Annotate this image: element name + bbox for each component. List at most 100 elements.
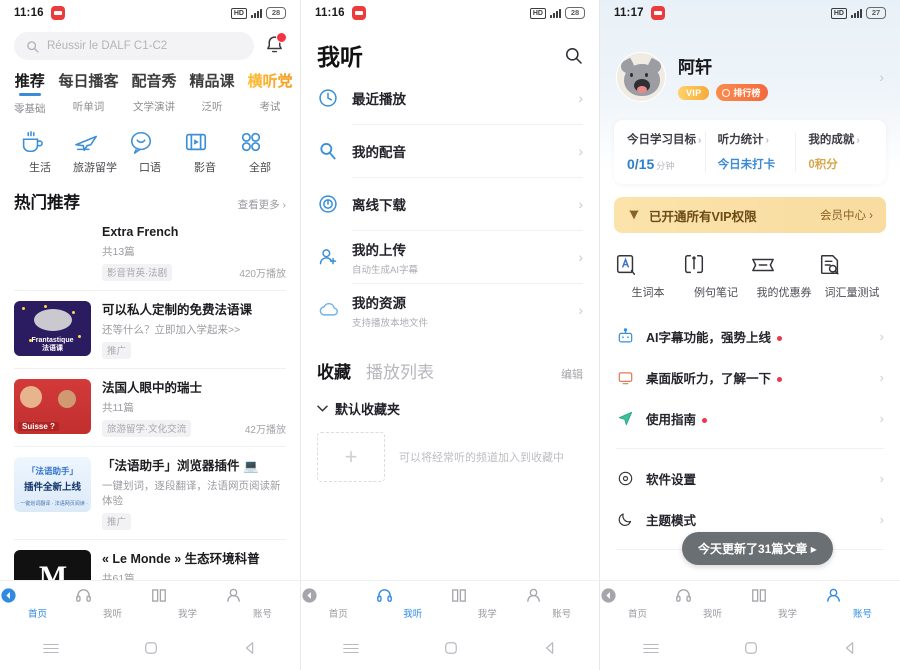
row-ai-subtitles[interactable]: AI字幕功能，强势上线 › [600,316,900,357]
nav-study[interactable]: 我学 [450,587,525,620]
stat-daily-goal[interactable]: 今日学习目标 › 0/15 分钟 [614,120,705,184]
tab-playlists[interactable]: 播放列表 [366,358,434,383]
robot-icon [616,328,635,345]
quick-coupon[interactable]: 我的优惠券 [750,253,818,300]
vip-banner[interactable]: 已开通所有VIP权限 会员中心 › [614,197,886,233]
menu-icon[interactable] [42,642,59,655]
item-thumbnail-caption: Suisse ? [18,421,59,431]
category-quanbu[interactable]: 全部 [238,130,282,175]
menu-item-dubbing[interactable]: 我的配音 › [301,125,599,177]
nav-label: 我学 [477,609,497,620]
chevron-right-icon: › [879,69,884,85]
screen-home: 11:16 HD 28 Réussir le DALF C1-C2 推荐 零基础… [0,0,300,670]
menu-item-uploads[interactable]: 我的上传 自动生成AI字幕 › [301,231,599,283]
moon-icon [616,511,635,528]
nav-label: 首页 [627,609,647,620]
tab-peiyinxiu[interactable]: 配音秀 文学演讲 [132,70,177,114]
cup-icon [22,130,43,152]
chevron-right-icon: › [578,143,583,159]
list-item[interactable]: Extra French 共13篇 影音背英·法剧 420万播放 [0,213,300,290]
profile-name: 阿轩 [678,58,712,77]
tab-tuijian[interactable]: 推荐 零基础 [14,70,46,116]
search-icon [27,40,39,53]
nav-label: 账号 [552,609,572,620]
member-center-link[interactable]: 会员中心 › [820,207,873,223]
bottom-nav: 首页 我听 我学 账号 [600,580,900,626]
chevron-right-icon: › [879,329,884,344]
back-triangle-icon[interactable] [843,641,857,655]
home-square-icon[interactable] [444,641,458,655]
home-square-icon[interactable] [144,641,158,655]
nav-account[interactable]: 账号 [825,587,900,620]
list-item[interactable]: Suisse ? 法国人眼中的瑞士 共11篇 旅游留学·文化交流 42万播放 [0,369,300,446]
category-shenghuo[interactable]: 生活 [18,130,62,175]
home-icon [302,588,317,603]
nav-home[interactable]: 首页 [301,587,376,620]
stat-achievements[interactable]: 我的成就 › 0积分 [795,120,886,184]
quick-note[interactable]: 例句笔记 [682,253,750,300]
nav-home[interactable]: 首页 [0,587,75,620]
add-favorite-button[interactable]: + [317,432,385,482]
list-item[interactable]: 「法语助手」 插件全新上线 · 一键划词翻译 · 法语网页阅读 · 「法语助手」… [0,447,300,539]
nav-listen[interactable]: 我听 [675,587,750,620]
back-triangle-icon[interactable] [543,641,557,655]
tab-jingpinke[interactable]: 精品课 泛听 [190,70,235,114]
toast-text: 今天更新了31篇文章 [698,542,808,556]
stat-listening[interactable]: 听力统计 › 今日未打卡 [704,120,796,184]
nav-account[interactable]: 账号 [225,587,300,620]
profile-header[interactable]: 阿轩 VIP 排行榜 › [600,26,900,102]
menu-icon[interactable] [343,642,360,655]
category-kouyu[interactable]: 口语 [128,130,172,175]
category-label: 口语 [139,161,161,174]
notification-badge [276,32,287,43]
item-title: Extra French [102,224,179,239]
search-button[interactable] [564,46,583,65]
folder-row-default[interactable]: 默认收藏夹 [301,383,599,418]
signal-icon [851,8,862,18]
nav-account[interactable]: 账号 [525,587,600,620]
monitor-icon [616,369,635,386]
chevron-right-icon: › [879,471,884,486]
list-item[interactable]: Frantastique 法语课 可以私人定制的免费法语课 还等什么？立即加入学起… [0,291,300,368]
see-more-link[interactable]: 查看更多 › [238,197,286,212]
paper-plane-icon [616,410,635,427]
menu-item-resources[interactable]: 我的资源 支持播放本地文件 › [301,284,599,336]
category-lvyouliuxue[interactable]: 旅游留学 [73,130,117,175]
menu-item-recent[interactable]: 最近播放 › [301,72,599,124]
search-row: Réussir le DALF C1-C2 [0,26,300,60]
settings-list: AI字幕功能，强势上线 › 桌面版听力，了解一下 › 使用指南 › 软件设置 ›… [600,316,900,550]
menu-icon[interactable] [642,642,659,655]
edit-button[interactable]: 编辑 [561,366,583,382]
search-input[interactable]: Réussir le DALF C1-C2 [14,32,254,60]
row-user-guide[interactable]: 使用指南 › [600,398,900,439]
nav-listen[interactable]: 我听 [75,587,150,620]
menu-item-offline[interactable]: 离线下载 › [301,178,599,230]
status-bar: 11:16 HD 28 [0,0,300,26]
nav-listen[interactable]: 我听 [376,587,451,620]
tab-meiriboke[interactable]: 每日播客 听单词 [59,70,119,114]
nav-home[interactable]: 首页 [600,587,675,620]
clock-icon [317,88,339,108]
home-square-icon[interactable] [744,641,758,655]
notifications-button[interactable] [264,32,287,58]
status-badge-rank[interactable]: 排行榜 [716,84,769,101]
row-label: 桌面版听力，了解一下 [646,372,772,386]
status-badge-vip[interactable]: VIP [678,85,710,100]
nav-study[interactable]: 我学 [750,587,825,620]
nav-label: 首页 [27,609,47,620]
quick-vocab-test[interactable]: 词汇量测试 [818,253,886,300]
row-settings[interactable]: 软件设置 › [600,458,900,499]
item-thumbnail-caption: 「法语助手」 [26,465,78,476]
plane-icon [75,135,98,151]
row-label: AI字幕功能，强势上线 [646,331,772,345]
chevron-right-icon: › [578,90,583,106]
tab-hengtingdang[interactable]: 横听党 考试 [248,70,293,114]
nav-study[interactable]: 我学 [150,587,225,620]
row-desktop-listening[interactable]: 桌面版听力，了解一下 › [600,357,900,398]
person-icon [827,588,840,602]
category-yingyin[interactable]: 影音 [183,130,227,175]
quick-vocabulary-book[interactable]: 生词本 [614,253,682,300]
tab-favorites[interactable]: 收藏 [317,358,351,383]
back-triangle-icon[interactable] [243,641,257,655]
item-tag: 影音背英·法剧 [102,263,173,281]
